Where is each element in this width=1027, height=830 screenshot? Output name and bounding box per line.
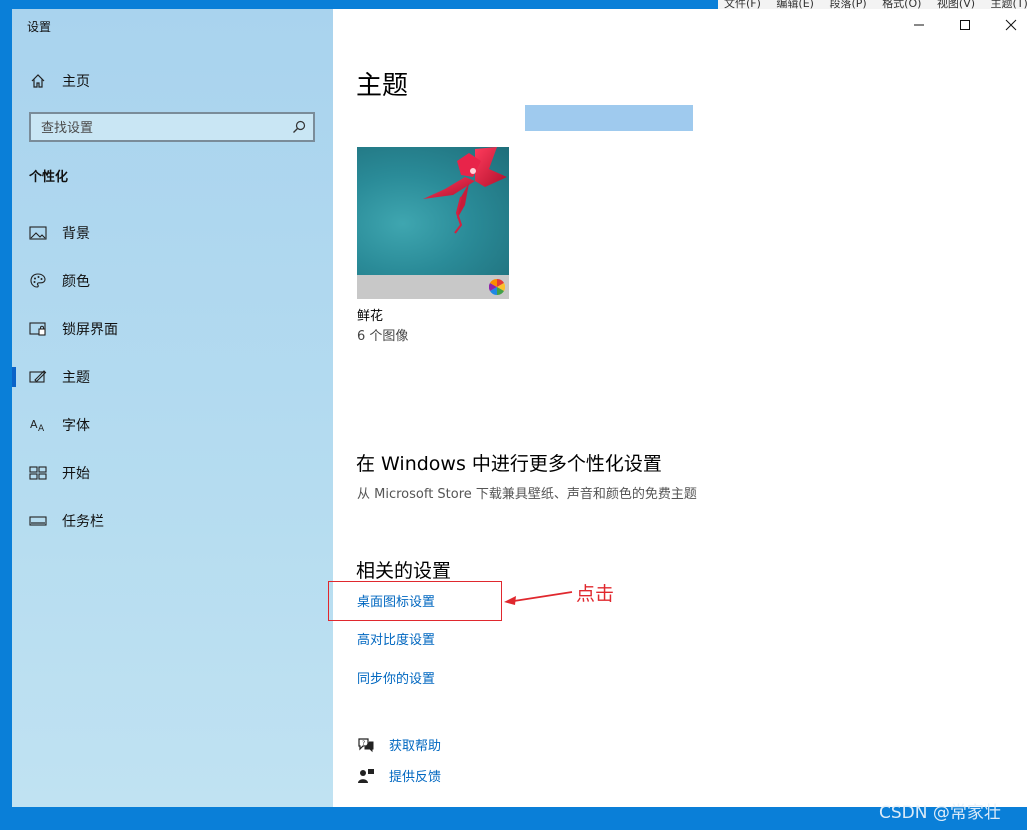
sidebar-item-label: 任务栏: [62, 514, 104, 530]
lock-screen-icon: [28, 319, 48, 339]
sidebar: 设置 主页 个性化 背景 颜色: [12, 9, 333, 807]
image-icon: [28, 223, 48, 243]
theme-card-flowers[interactable]: [357, 147, 509, 299]
sidebar-item-fonts[interactable]: AA 字体: [12, 405, 333, 445]
search-box[interactable]: [29, 112, 315, 142]
theme-icon: [28, 367, 48, 387]
sidebar-item-background[interactable]: 背景: [12, 213, 333, 253]
sidebar-item-colors[interactable]: 颜色: [12, 261, 333, 301]
theme-name: 鲜花: [357, 309, 384, 324]
feedback-link[interactable]: 提供反馈: [357, 766, 441, 785]
annotation-text: 点击: [576, 583, 615, 605]
highlight-strip: [525, 105, 693, 131]
sidebar-item-home[interactable]: 主页: [12, 61, 333, 101]
search-input[interactable]: [31, 114, 293, 142]
taskbar-icon: [28, 511, 48, 531]
sidebar-item-label: 背景: [62, 226, 90, 242]
maximize-button[interactable]: [942, 9, 988, 41]
svg-text:?: ?: [362, 740, 365, 747]
high-contrast-settings-link[interactable]: 高对比度设置: [357, 629, 435, 648]
sidebar-item-label: 颜色: [62, 274, 90, 290]
close-button[interactable]: [988, 9, 1027, 41]
font-icon: AA: [28, 415, 48, 435]
feedback-label: 提供反馈: [389, 770, 442, 785]
maximize-icon: [959, 16, 971, 35]
watermark: CSDN @常家壮: [879, 803, 1001, 823]
related-settings-heading: 相关的设置: [356, 560, 452, 582]
sync-settings-link[interactable]: 同步你的设置: [357, 668, 435, 687]
sidebar-item-lock-screen[interactable]: 锁屏界面: [12, 309, 333, 349]
sidebar-item-taskbar[interactable]: 任务栏: [12, 501, 333, 541]
home-icon: [28, 71, 48, 91]
sidebar-item-label: 锁屏界面: [62, 322, 118, 338]
sidebar-item-themes[interactable]: 主题: [12, 357, 333, 397]
search-icon[interactable]: [291, 119, 307, 135]
get-help-link[interactable]: ? 获取帮助: [357, 735, 441, 754]
more-personalization-description: 从 Microsoft Store 下载兼具壁纸、声音和颜色的免费主题: [357, 487, 697, 502]
feedback-person-icon: [357, 767, 375, 785]
svg-text:A: A: [30, 418, 38, 431]
annotation-arrow-icon: [504, 591, 573, 605]
help-chat-icon: ?: [357, 736, 375, 754]
more-personalization-heading: 在 Windows 中进行更多个性化设置: [356, 453, 662, 475]
annotation-highlight-box: [328, 581, 502, 621]
sidebar-section-title: 个性化: [29, 170, 69, 185]
color-wheel-icon: [488, 278, 506, 299]
svg-text:A: A: [38, 424, 45, 433]
sidebar-item-label: 开始: [62, 466, 90, 482]
page-title: 主题: [356, 71, 409, 101]
palette-icon: [28, 271, 48, 291]
theme-preview-image: [357, 147, 509, 275]
sidebar-item-label: 主页: [62, 74, 90, 90]
close-icon: [1005, 16, 1017, 35]
theme-image-count: 6 个图像: [357, 329, 409, 344]
sidebar-item-label: 字体: [62, 418, 90, 434]
minimize-button[interactable]: [896, 9, 942, 41]
sidebar-item-label: 主题: [62, 370, 90, 386]
minimize-icon: [913, 16, 925, 35]
start-icon: [28, 463, 48, 483]
theme-preview-bar: [357, 275, 509, 299]
window-title: 设置: [27, 20, 52, 34]
settings-window: 设置 主页 个性化 背景 颜色: [12, 9, 1027, 807]
sidebar-item-start[interactable]: 开始: [12, 453, 333, 493]
get-help-label: 获取帮助: [389, 739, 442, 754]
